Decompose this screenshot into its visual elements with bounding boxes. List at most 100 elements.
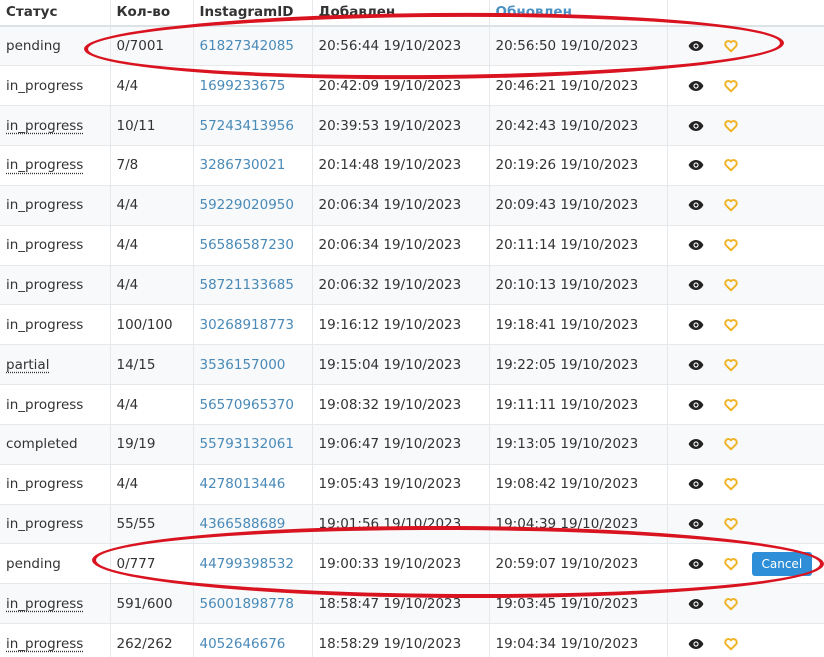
heart-icon[interactable] (723, 238, 738, 252)
status-text[interactable]: partial (6, 357, 49, 373)
heart-icon[interactable] (723, 278, 738, 292)
instagram-id-link[interactable]: 4278013446 (200, 476, 286, 492)
eye-icon[interactable] (688, 40, 704, 52)
heart-icon[interactable] (723, 198, 738, 212)
header-qty[interactable]: Кол-во (110, 0, 194, 27)
status-cell: completed (0, 424, 111, 465)
heart-icon[interactable] (723, 39, 738, 53)
eye-icon[interactable] (688, 199, 704, 211)
instagram-id-link[interactable]: 3536157000 (200, 357, 286, 373)
eye-icon[interactable] (688, 120, 704, 132)
added-cell: 19:06:47 19/10/2023 (312, 424, 490, 465)
heart-icon[interactable] (723, 637, 738, 651)
actions-cell (667, 623, 824, 657)
instagram-id-link[interactable]: 56001898778 (200, 596, 294, 612)
updated-cell: 19:13:05 19/10/2023 (489, 424, 668, 465)
eye-icon[interactable] (688, 518, 704, 530)
added-cell: 20:06:34 19/10/2023 (312, 185, 490, 226)
instagram-id-link[interactable]: 56570965370 (200, 397, 294, 413)
heart-icon[interactable] (723, 597, 738, 611)
instagram-id-link[interactable]: 55793132061 (200, 436, 294, 452)
instagram-id-cell: 57243413956 (193, 105, 313, 147)
status-text: in_progress (6, 476, 84, 493)
eye-icon[interactable] (688, 80, 704, 92)
updated-cell: 19:03:45 19/10/2023 (489, 583, 668, 625)
eye-icon[interactable] (688, 598, 704, 610)
heart-icon[interactable] (723, 557, 738, 571)
instagram-id-link[interactable]: 58721133685 (200, 277, 294, 293)
table-body: pending 0/7001 61827342085 20:56:44 19/10/2… (0, 26, 824, 657)
heart-icon[interactable] (723, 477, 738, 491)
qty-cell: 19/19 (110, 424, 194, 465)
eye-icon[interactable] (688, 478, 704, 490)
instagram-id-link[interactable]: 59229020950 (200, 197, 294, 213)
status-text[interactable]: in_progress (6, 596, 83, 612)
qty-cell: 4/4 (110, 265, 194, 306)
eye-icon[interactable] (688, 399, 704, 411)
instagram-id-link[interactable]: 57243413956 (200, 118, 294, 134)
added-cell: 18:58:47 19/10/2023 (312, 583, 490, 625)
instagram-id-cell: 59229020950 (193, 185, 313, 226)
heart-icon[interactable] (723, 398, 738, 412)
added-cell: 20:42:09 19/10/2023 (312, 65, 490, 107)
status-text[interactable]: in_progress (6, 636, 83, 652)
table-row: in_progress 4/4 58721133685 20:06:32 19/10/… (0, 265, 824, 306)
instagram-id-link[interactable]: 4366588689 (200, 516, 286, 532)
cancel-button[interactable]: Cancel (751, 551, 813, 576)
instagram-id-link[interactable]: 3286730021 (200, 157, 286, 173)
eye-icon[interactable] (688, 438, 704, 450)
qty-cell: 0/777 (110, 543, 194, 585)
eye-icon[interactable] (688, 319, 704, 331)
header-instagram-id[interactable]: InstagramID (193, 0, 313, 27)
qty-cell: 100/100 (110, 304, 194, 346)
eye-icon[interactable] (688, 239, 704, 251)
status-cell: in_progress (0, 384, 111, 425)
eye-icon[interactable] (688, 359, 704, 371)
table-row: partial 14/15 3536157000 19:15:04 19/10/202… (0, 344, 824, 386)
heart-icon[interactable] (723, 158, 738, 172)
status-cell: in_progress (0, 504, 111, 545)
instagram-id-cell: 56001898778 (193, 583, 313, 625)
status-cell: in_progress (0, 105, 111, 147)
eye-icon[interactable] (688, 638, 704, 650)
instagram-id-cell: 61827342085 (193, 26, 313, 67)
added-cell: 18:58:29 19/10/2023 (312, 623, 490, 657)
instagram-id-link[interactable]: 44799398532 (200, 556, 294, 572)
status-text[interactable]: in_progress (6, 157, 83, 173)
instagram-id-link[interactable]: 30268918773 (200, 317, 294, 333)
instagram-id-link[interactable]: 1699233675 (200, 78, 286, 94)
actions-cell (667, 26, 824, 67)
table-row: in_progress 100/100 30268918773 19:16:12 19… (0, 304, 824, 346)
eye-icon[interactable] (688, 558, 704, 570)
updated-cell: 19:08:42 19/10/2023 (489, 464, 668, 505)
instagram-id-cell: 58721133685 (193, 265, 313, 306)
heart-icon[interactable] (723, 79, 738, 93)
eye-icon[interactable] (688, 279, 704, 291)
instagram-id-cell: 4052646676 (193, 623, 313, 657)
instagram-id-link[interactable]: 4052646676 (200, 636, 286, 652)
eye-icon[interactable] (688, 159, 704, 171)
orders-table: Статус Кол-во InstagramID Добавлен Обнов… (0, 0, 824, 657)
heart-icon[interactable] (723, 517, 738, 531)
instagram-id-cell: 56586587230 (193, 225, 313, 266)
table-row: in_progress 4/4 4278013446 19:05:43 19/10/2… (0, 464, 824, 505)
header-added[interactable]: Добавлен (312, 0, 490, 27)
heart-icon[interactable] (723, 119, 738, 133)
table-row: in_progress 4/4 1699233675 20:42:09 19/10/2… (0, 65, 824, 107)
table-row: in_progress 4/4 56570965370 19:08:32 19/10/… (0, 384, 824, 425)
instagram-id-cell: 55793132061 (193, 424, 313, 465)
instagram-id-link[interactable]: 56586587230 (200, 237, 294, 253)
heart-icon[interactable] (723, 437, 738, 451)
heart-icon[interactable] (723, 358, 738, 372)
header-status[interactable]: Статус (0, 0, 111, 27)
heart-icon[interactable] (723, 318, 738, 332)
status-cell: in_progress (0, 304, 111, 346)
instagram-id-cell: 1699233675 (193, 65, 313, 107)
status-cell: partial (0, 344, 111, 386)
header-updated[interactable]: Обновлен (489, 0, 668, 27)
status-text: pending (6, 555, 61, 572)
actions-cell (667, 464, 824, 505)
instagram-id-link[interactable]: 61827342085 (200, 38, 294, 54)
status-text: in_progress (6, 276, 84, 293)
status-text[interactable]: in_progress (6, 118, 83, 134)
